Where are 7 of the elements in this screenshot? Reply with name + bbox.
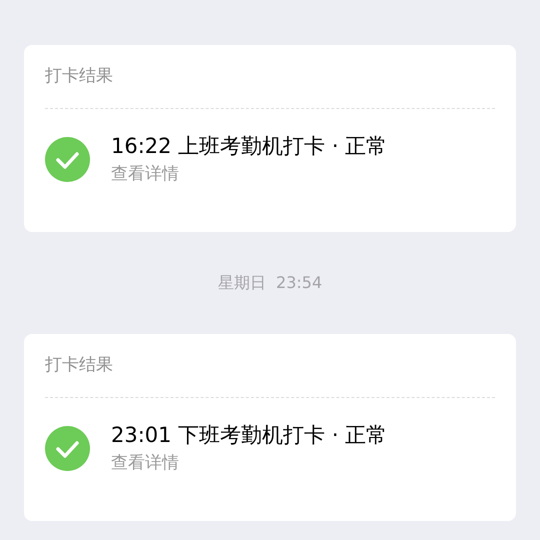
card-title: 打卡结果 <box>45 64 113 88</box>
punch-record: 23:01 下班考勤机打卡 · 正常 <box>111 422 388 449</box>
view-details-link[interactable]: 查看详情 <box>111 161 388 187</box>
punch-record: 16:22 上班考勤机打卡 · 正常 <box>111 133 388 160</box>
view-details-link[interactable]: 查看详情 <box>111 450 388 476</box>
card-title: 打卡结果 <box>45 354 113 377</box>
timestamp: 星期日 23:54 <box>218 272 322 294</box>
